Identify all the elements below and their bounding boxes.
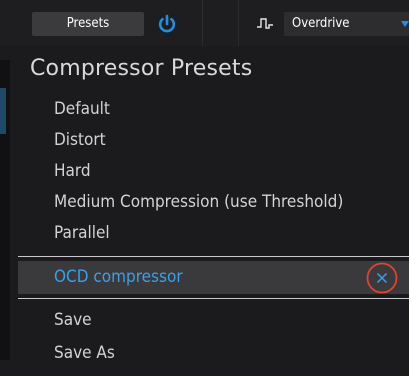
effect-type-value: Overdrive (292, 16, 350, 31)
preset-item-ocd-compressor[interactable]: OCD compressor (18, 261, 409, 294)
save-as-menu-item[interactable]: Save As (54, 343, 115, 363)
toolbar-divider (238, 0, 239, 46)
presets-button[interactable]: Presets (32, 12, 144, 36)
preset-item-distort[interactable]: Distort (54, 130, 106, 150)
preset-item-medium-compression[interactable]: Medium Compression (use Threshold) (54, 192, 343, 212)
waveform-icon[interactable] (256, 15, 274, 33)
preset-item-hard[interactable]: Hard (54, 161, 91, 181)
effect-type-dropdown[interactable]: Overdrive (284, 12, 409, 36)
preset-item-default[interactable]: Default (54, 99, 110, 119)
selected-preset-label: OCD compressor (54, 267, 183, 287)
preset-browser-window: Presets Overdrive Compressor Presets Def… (0, 0, 409, 376)
save-menu-item[interactable]: Save (54, 310, 92, 330)
top-toolbar: Presets Overdrive (0, 0, 409, 46)
compressor-presets-menu: Compressor Presets Default Distort Hard … (10, 46, 409, 376)
menu-divider (18, 256, 409, 257)
power-icon[interactable] (156, 13, 178, 35)
menu-divider (18, 298, 409, 299)
chevron-down-icon (401, 21, 409, 27)
toolbar-divider (202, 0, 203, 46)
menu-title: Compressor Presets (30, 56, 253, 81)
background-accent (0, 88, 6, 134)
preset-item-parallel[interactable]: Parallel (54, 223, 110, 243)
close-icon[interactable] (365, 261, 399, 295)
